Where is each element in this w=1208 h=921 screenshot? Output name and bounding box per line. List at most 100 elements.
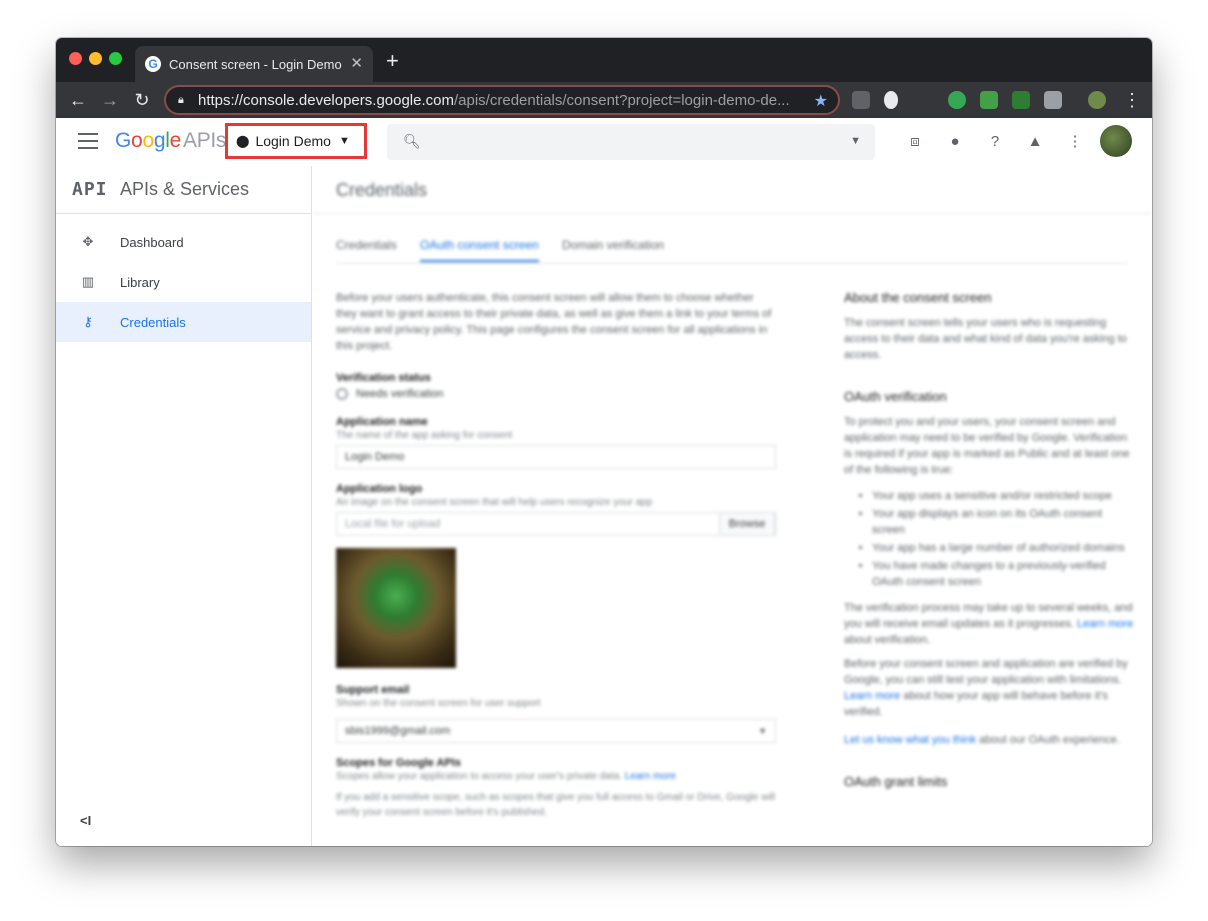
reload-icon[interactable]: ↻	[130, 88, 154, 112]
tab-credentials[interactable]: Credentials	[336, 238, 397, 252]
support-email-select[interactable]: sbis1999@gmail.com ▼	[336, 719, 776, 743]
tab-strip: G Consent screen - Login Demo ✕ +	[56, 38, 1152, 82]
scopes-learn-more-link[interactable]: Learn more	[625, 771, 676, 782]
google-apis-logo[interactable]: GoogleAPIs	[115, 129, 226, 153]
feedback-text: Let us know what you think about our OAu…	[844, 734, 1120, 746]
close-tab-icon[interactable]: ✕	[350, 54, 363, 72]
browser-toolbar: ← → ↻ 🔒︎ https://console.developers.goog…	[56, 82, 1152, 118]
browser-tab[interactable]: G Consent screen - Login Demo ✕	[135, 46, 373, 82]
list-item: Your app uses a sensitive and/or restric…	[872, 488, 1134, 504]
browser-menu-icon[interactable]: ⋮	[1120, 88, 1144, 112]
search-icon: 🔍︎	[403, 133, 421, 149]
notifications-icon[interactable]: ▲	[1026, 133, 1044, 151]
about-title: About the consent screen	[844, 290, 992, 305]
sidebar-title: APIs & Services	[120, 179, 250, 199]
dropdown-caret-icon: ▼	[338, 135, 350, 147]
about-text: The consent screen tells your users who …	[844, 317, 1127, 361]
verification-status-value: Needs verification	[356, 388, 444, 400]
process-text: The verification process may take up to …	[844, 602, 1134, 646]
verification-status-label: Verification status	[336, 372, 431, 384]
address-bar[interactable]: 🔒︎ https://console.developers.google.com…	[164, 85, 840, 115]
sidebar-item-label: Library	[120, 274, 160, 290]
verification-status: Needs verification	[336, 388, 776, 400]
support-email-value: sbis1999@gmail.com	[345, 725, 451, 737]
status-icon	[336, 388, 348, 400]
menu-icon[interactable]	[78, 133, 98, 149]
help-icon[interactable]: ?	[986, 133, 1004, 151]
extension-icon[interactable]	[884, 91, 898, 109]
extension-icon[interactable]	[852, 91, 870, 109]
grammarly-icon[interactable]	[948, 91, 966, 109]
before-verified-text: Before your consent screen and applicati…	[844, 658, 1128, 718]
extension-icon[interactable]	[1012, 91, 1030, 109]
project-icon: ⬤	[236, 134, 250, 148]
grant-limits-title: OAuth grant limits	[844, 774, 948, 789]
limitations-learn-more-link[interactable]: Learn more	[844, 690, 900, 702]
key-icon: ⚷	[83, 314, 93, 329]
extension-icon[interactable]	[980, 91, 998, 109]
tab-bar: Credentials OAuth consent screen Domain …	[336, 232, 1128, 264]
avatar[interactable]	[1100, 125, 1132, 157]
more-options-icon[interactable]: ⋮	[1066, 133, 1084, 151]
feedback-icon[interactable]: ●	[946, 133, 964, 151]
oauth-verification-title: OAuth verification	[844, 389, 947, 404]
close-window-button[interactable]	[69, 52, 82, 65]
new-tab-icon[interactable]: +	[386, 50, 399, 72]
back-icon[interactable]: ←	[66, 88, 90, 112]
feedback-link[interactable]: Let us know what you think	[844, 734, 976, 746]
list-item: Your app displays an icon on its OAuth c…	[872, 506, 1134, 538]
google-favicon-icon: G	[145, 56, 161, 72]
app-logo-help: An image on the consent screen that will…	[336, 497, 653, 508]
list-item: Your app has a large number of authorize…	[872, 540, 1134, 556]
app-logo-label: Application logo	[336, 483, 423, 495]
search-input[interactable]: 🔍︎ ▼	[387, 124, 875, 160]
bookmark-star-icon[interactable]: ★	[814, 91, 828, 111]
tab-title: Consent screen - Login Demo	[169, 56, 342, 72]
sidebar-item-label: Credentials	[120, 314, 186, 330]
main-content: Credentials Credentials OAuth consent sc…	[312, 166, 1152, 846]
chevron-down-icon: ▼	[758, 726, 767, 736]
minimize-window-button[interactable]	[89, 52, 102, 65]
library-icon: ▥	[81, 274, 95, 289]
profile-icon[interactable]	[1088, 91, 1106, 109]
scopes-label: Scopes for Google APIs	[336, 757, 461, 769]
app-name-field[interactable]: Login Demo	[336, 445, 776, 469]
forward-icon[interactable]: →	[98, 88, 122, 112]
sidebar-item-library[interactable]: ▥ Library	[56, 262, 311, 302]
api-icon: API	[72, 179, 108, 200]
browser-window: G Consent screen - Login Demo ✕ + ← → ↻ …	[56, 38, 1152, 846]
verification-learn-more-link[interactable]: Learn more	[1077, 618, 1133, 630]
verification-criteria-list: Your app uses a sensitive and/or restric…	[872, 488, 1134, 590]
list-item: You have made changes to a previously-ve…	[872, 558, 1134, 590]
collapse-sidebar-button[interactable]: <I	[80, 813, 91, 828]
app-name-help: The name of the app asking for consent	[336, 430, 513, 441]
maximize-window-button[interactable]	[109, 52, 122, 65]
sidebar-item-dashboard[interactable]: ✥ Dashboard	[56, 222, 311, 262]
page-title: Credentials	[312, 166, 1152, 214]
logo-upload-field[interactable]: Local file for upload Browse	[336, 512, 776, 536]
sidebar: API APIs & Services ✥ Dashboard ▥ Librar…	[56, 166, 312, 846]
project-picker[interactable]: ⬤ Login Demo ▼	[225, 123, 367, 159]
sidebar-item-credentials[interactable]: ⚷ Credentials	[56, 302, 311, 342]
sidebar-item-label: Dashboard	[120, 234, 184, 250]
browse-button[interactable]: Browse	[719, 512, 775, 536]
intro-text: Before your users authenticate, this con…	[336, 292, 772, 352]
scopes-help: Scopes allow your application to access …	[336, 771, 676, 782]
support-email-label: Support email	[336, 684, 410, 696]
scopes-note: If you add a sensitive scope, such as sc…	[336, 792, 776, 818]
tab-domain-verification[interactable]: Domain verification	[562, 238, 664, 252]
search-dropdown-icon[interactable]: ▼	[850, 135, 861, 147]
lock-icon: 🔒︎	[178, 94, 184, 106]
tab-oauth-consent-screen[interactable]: OAuth consent screen	[420, 238, 539, 262]
app-header: GoogleAPIs ⬤ Login Demo ▼ 🔍︎ ▼ ⧈ ● ? ▲ ⋮	[56, 118, 1152, 166]
project-name: Login Demo	[255, 133, 331, 149]
sidebar-header: API APIs & Services	[56, 166, 311, 214]
consent-form: Before your users authenticate, this con…	[336, 290, 776, 820]
app-name-label: Application name	[336, 416, 428, 428]
help-panel: About the consent screen The consent scr…	[844, 290, 1134, 799]
oauth-verification-text: To protect you and your users, your cons…	[844, 416, 1130, 476]
support-email-help: Shown on the consent screen for user sup…	[336, 698, 541, 709]
gift-icon[interactable]: ⧈	[906, 133, 924, 151]
dashboard-icon: ✥	[82, 234, 94, 249]
drive-icon[interactable]	[1044, 91, 1062, 109]
